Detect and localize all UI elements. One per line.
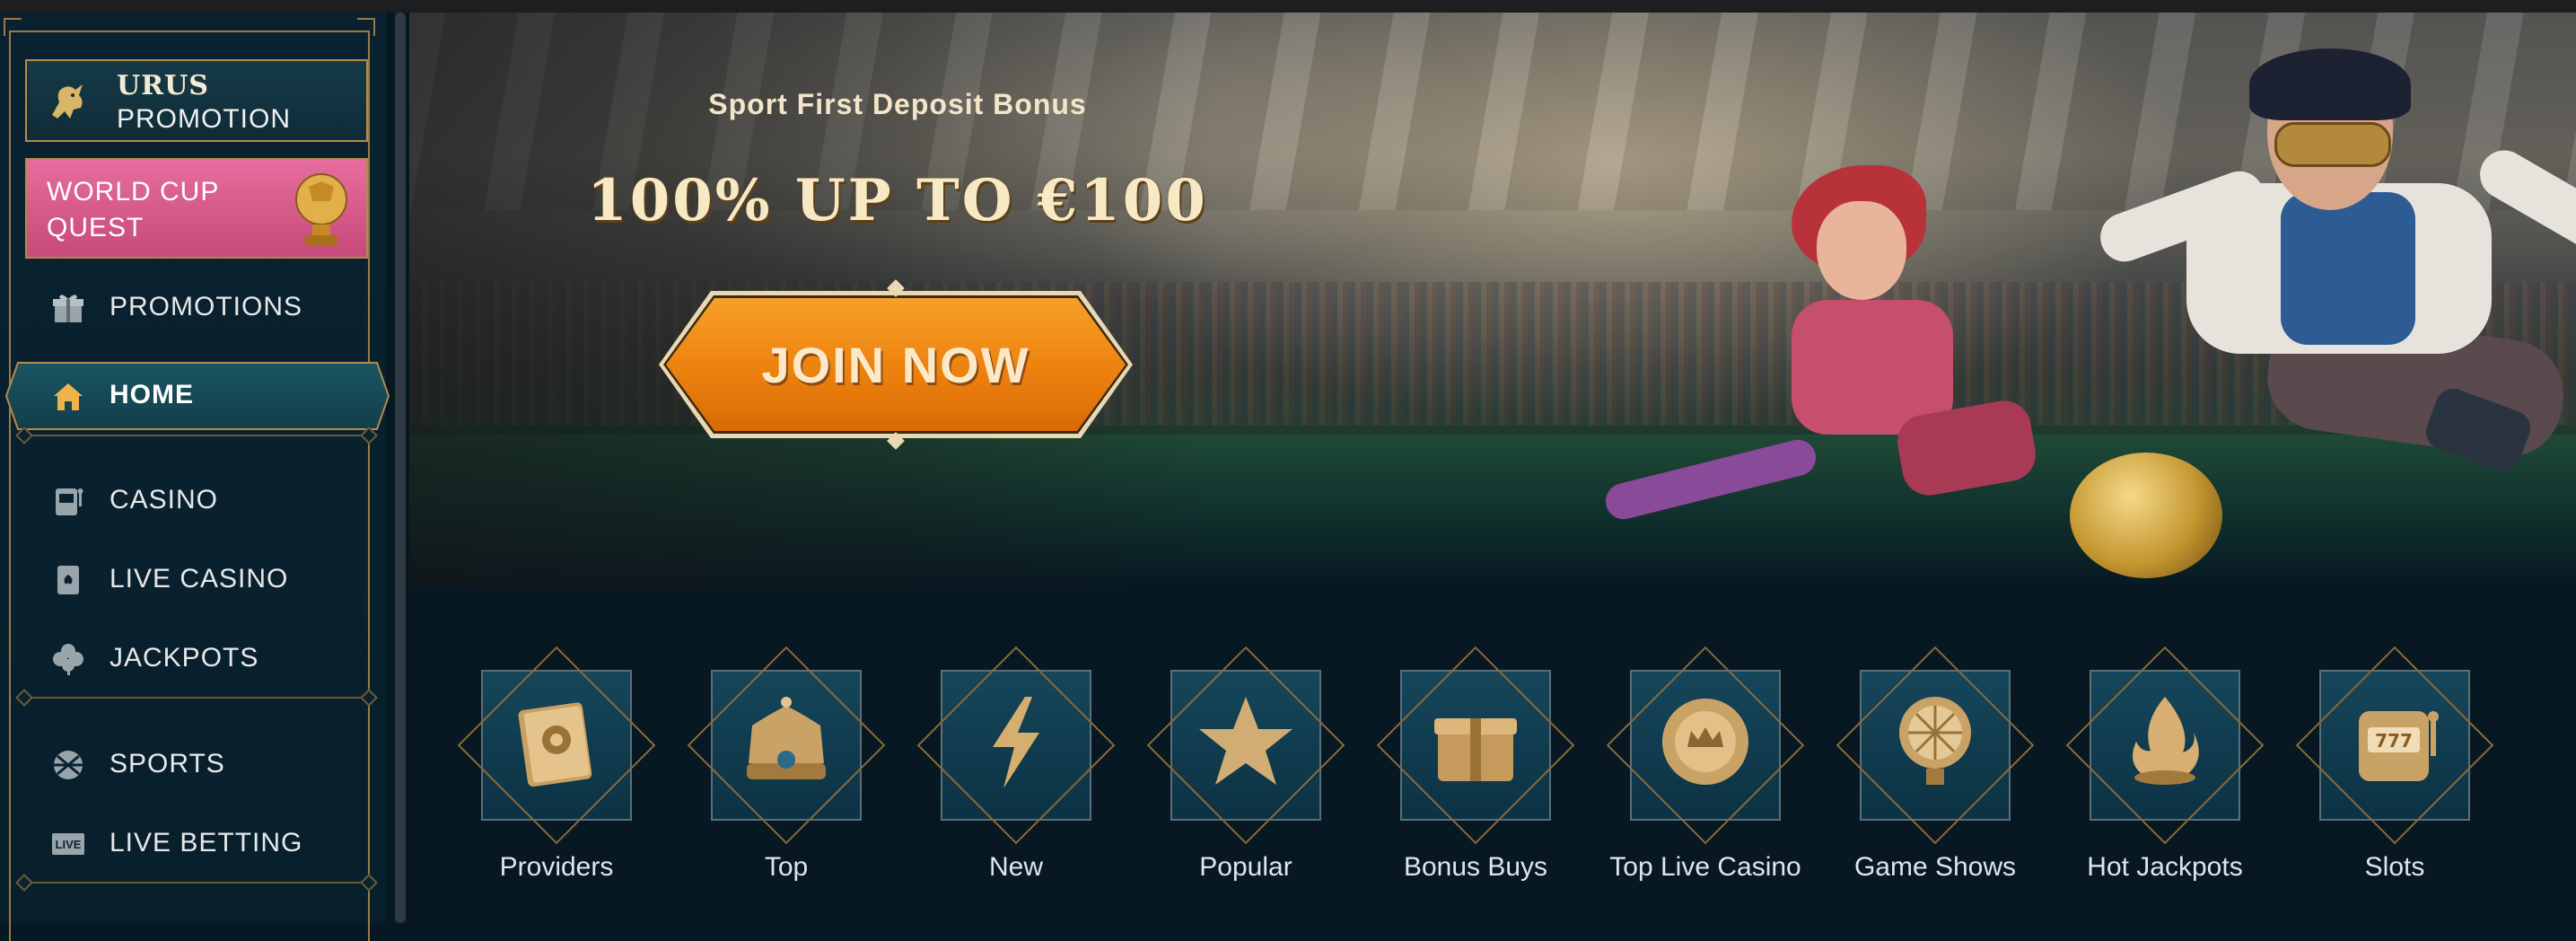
crown-icon [747,697,826,779]
slot-machine-icon [56,488,83,515]
urus-title: URUS [117,70,209,101]
sidebar-item-label: JACKPOTS [110,643,259,673]
clover-icon [53,644,83,675]
flame-icon [2133,697,2199,785]
svg-text:777: 777 [2375,730,2413,752]
urus-promotion-card[interactable]: URUS PROMOTION [25,59,368,142]
category-label: Providers [499,852,614,882]
sidebar-item-label: LIVE CASINO [110,564,289,594]
category-slots[interactable]: 777 Slots [2269,646,2494,916]
sidebar-item-label: PROMOTIONS [110,292,303,321]
banner-character-boy [2249,48,2411,120]
sidebar-item-home[interactable]: HOME [5,362,390,430]
sidebar-item-sports[interactable]: SPORTS [25,733,368,797]
sidebar-item-label: CASINO [110,485,219,514]
category-popular[interactable]: Popular [1120,646,1345,916]
category-label: New [988,852,1043,882]
sidebar-frame-top [9,31,370,32]
slot-777-icon: 777 [2359,711,2439,781]
category-new[interactable]: New [890,646,1116,916]
divider-ornament [360,874,378,892]
category-providers[interactable]: Providers [431,646,656,916]
sidebar-item-label: LIVE BETTING [110,828,303,857]
frame-corner-ornament [357,18,375,36]
banner-ball-illustration [2070,453,2222,578]
sidebar-item-label: HOME [110,380,194,409]
svg-text:LIVE: LIVE [56,838,82,851]
sidebar-item-label: SPORTS [110,749,225,778]
category-top-live-casino[interactable]: Top Live Casino [1580,646,1805,916]
book-gear-icon [518,702,592,787]
join-now-button[interactable]: JOIN NOW [659,279,1133,450]
gift-icon [53,295,83,322]
join-now-label: JOIN NOW [761,337,1030,393]
sidebar-divider [23,697,375,699]
banner-subtitle: Sport First Deposit Bonus [708,88,1087,120]
world-cup-quest-card[interactable]: WORLD CUP QUEST [25,158,368,259]
sidebar-item-live-betting[interactable]: LIVE LIVE BETTING [25,812,368,876]
sidebar-scrollbar-thumb[interactable] [395,13,406,923]
sidebar-divider [23,882,375,884]
home-icon [54,383,83,410]
sidebar-item-casino[interactable]: CASINO [25,469,368,533]
ball-icon [54,751,83,779]
sidebar-item-live-casino[interactable]: LIVE CASINO [25,548,368,612]
category-label: Top [764,852,809,882]
category-top[interactable]: Top [661,646,886,916]
banner-character-boy [2281,192,2415,345]
category-bonus-buys[interactable]: Bonus Buys [1350,646,1575,916]
category-label: Slots [2364,852,2425,882]
sidebar-divider [23,435,375,436]
divider-ornament [15,874,33,892]
category-hot-jackpots[interactable]: Hot Jackpots [2039,646,2265,916]
bull-icon [52,84,83,119]
sidebar-item-promotions[interactable]: PROMOTIONS [25,276,368,340]
sidebar-item-jackpots[interactable]: JACKPOTS [25,627,368,691]
sidebar-frame-right [368,31,370,941]
banner-character-boy [2274,122,2391,167]
world-cup-quest-label: WORLD CUP QUEST [47,177,219,242]
category-label: Hot Jackpots [2087,852,2243,882]
sidebar-frame-left [9,31,11,941]
banner-headline: 100% UP TO €100 [587,167,1208,234]
live-badge-icon: LIVE [52,833,84,855]
playing-card-icon [57,566,79,594]
browser-top-strip [0,0,2576,13]
chip-crown-icon [1662,699,1748,785]
wheel-icon [1899,697,1971,785]
star-icon [1199,697,1292,785]
promo-banner[interactable]: Sport First Deposit Bonus 100% UP TO €10… [409,13,2576,587]
category-game-shows[interactable]: Game Shows [1809,646,2035,916]
category-label: Game Shows [1853,852,2017,882]
lightning-icon [993,697,1039,788]
category-label: Top Live Casino [1609,852,1801,882]
urus-subtitle: PROMOTION [117,104,291,134]
gift-box-icon [1434,718,1517,781]
trophy-ball-icon [295,173,347,246]
category-label: Bonus Buys [1403,852,1548,882]
divider-ornament [15,689,33,707]
divider-ornament [360,689,378,707]
sidebar: URUS PROMOTION WORLD CUP QUEST PROMOTION… [0,13,390,941]
category-label: Popular [1199,852,1292,882]
banner-character-girl [1817,201,1906,300]
frame-corner-ornament [4,18,22,36]
